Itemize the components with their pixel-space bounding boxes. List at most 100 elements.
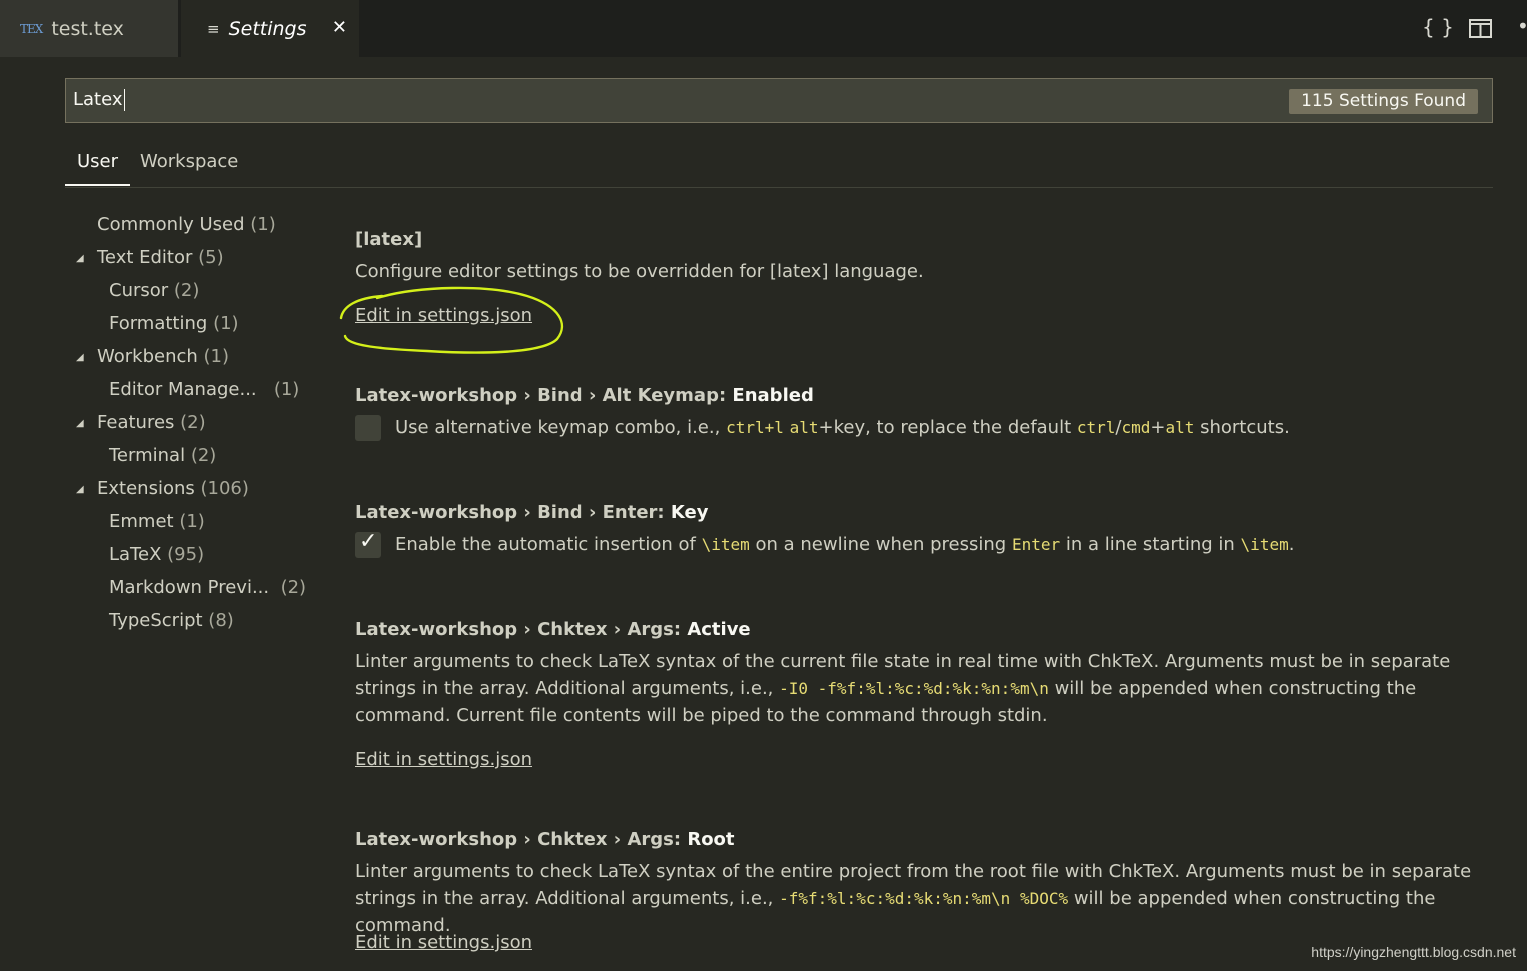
toc-item-emmet[interactable]: Emmet (1) xyxy=(109,511,205,532)
desc-text: . xyxy=(1288,534,1295,555)
toc-label: Emmet xyxy=(109,511,174,532)
toc-count: (2) xyxy=(173,280,200,301)
toc-count: (8) xyxy=(208,610,234,631)
toc-label: Terminal xyxy=(109,445,186,466)
setting-category: Latex-workshop › Chktex › Args: xyxy=(355,829,688,850)
code-text: ctrl+l xyxy=(726,418,784,437)
toc-count: (1) xyxy=(213,313,239,334)
setting-description: Enable the automatic insertion of \item … xyxy=(395,531,1505,558)
toc-label: Text Editor xyxy=(97,247,193,268)
toc-label: Markdown Previ... xyxy=(109,577,270,598)
desc-text: shortcuts. xyxy=(1194,417,1290,438)
setting-title-enter-key: Latex-workshop › Bind › Enter: Key xyxy=(355,502,708,523)
setting-category: Latex-workshop › Chktex › Args: xyxy=(355,619,688,640)
desc-text: Enable the automatic insertion of xyxy=(395,534,702,555)
expanded-triangle-icon[interactable]: ◢ xyxy=(76,484,84,495)
desc-text: +key, to replace the default xyxy=(818,417,1077,438)
tab-workspace[interactable]: Workspace xyxy=(140,151,238,172)
tab-settings[interactable]: ≡ Settings ✕ xyxy=(181,0,359,57)
toc-item-features[interactable]: Features (2) xyxy=(97,412,206,433)
tab-label: test.tex xyxy=(51,17,124,40)
toc-item-latex[interactable]: LaTeX (95) xyxy=(109,544,204,565)
expanded-triangle-icon[interactable]: ◢ xyxy=(76,253,84,264)
split-editor-icon[interactable] xyxy=(1469,19,1492,43)
braces-icon[interactable]: { } xyxy=(1422,15,1454,39)
toc-count: (5) xyxy=(198,247,224,268)
toc-item-typescript[interactable]: TypeScript (8) xyxy=(109,610,234,631)
tab-user[interactable]: User xyxy=(65,151,131,186)
toc-label: Cursor xyxy=(109,280,169,301)
expanded-triangle-icon[interactable]: ◢ xyxy=(76,352,84,363)
setting-title-alt-keymap: Latex-workshop › Bind › Alt Keymap: Enab… xyxy=(355,385,814,406)
setting-key: Key xyxy=(670,502,709,523)
toc-item-workbench[interactable]: Workbench (1) xyxy=(97,346,229,367)
edit-in-settings-json-link[interactable]: Edit in settings.json xyxy=(355,305,532,326)
toc-count: (1) xyxy=(273,379,300,400)
toc-count: (95) xyxy=(167,544,205,565)
code-text: alt xyxy=(789,418,819,437)
toc-item-extensions[interactable]: Extensions (106) xyxy=(97,478,249,499)
toc-label: Editor Manage... xyxy=(109,379,257,400)
code-text: ctrl xyxy=(1076,418,1116,437)
close-icon[interactable]: ✕ xyxy=(332,17,347,38)
toc-label: Extensions xyxy=(97,478,195,499)
toc-item-formatting[interactable]: Formatting (1) xyxy=(109,313,239,334)
setting-title-chktex-active: Latex-workshop › Chktex › Args: Active xyxy=(355,619,751,640)
tab-label: Settings xyxy=(228,17,307,40)
watermark-text: https://yingzhengttt.blog.csdn.net xyxy=(1311,944,1516,960)
toc-label: TypeScript xyxy=(109,610,203,631)
enter-key-checkbox[interactable]: ✓ xyxy=(355,529,381,558)
setting-description: Configure editor settings to be overridd… xyxy=(355,261,924,282)
scope-tabs: User Workspace xyxy=(65,145,1493,188)
setting-description: Use alternative keymap combo, i.e., ctrl… xyxy=(395,414,1505,441)
setting-key: Active xyxy=(687,619,751,640)
toc-count: (2) xyxy=(280,577,307,598)
setting-category: Latex-workshop › Bind › Enter: xyxy=(355,502,671,523)
toc-count: (1) xyxy=(179,511,205,532)
toc-count: (1) xyxy=(250,214,276,235)
toc-label: Formatting xyxy=(109,313,208,334)
toc-item-terminal[interactable]: Terminal (2) xyxy=(109,445,216,466)
toc-label: Commonly Used xyxy=(97,214,245,235)
setting-category: Latex-workshop › Bind › Alt Keymap: xyxy=(355,385,733,406)
code-text: \item xyxy=(1240,535,1289,554)
text-caret xyxy=(123,89,125,111)
tab-test-tex[interactable]: TEX test.tex xyxy=(0,0,179,57)
toc-item-editor-management[interactable]: Editor Manage... (1) xyxy=(109,379,299,400)
desc-text: + xyxy=(1150,417,1166,438)
code-text: alt xyxy=(1165,418,1195,437)
checkmark-icon: ✓ xyxy=(359,529,378,554)
setting-description: Linter arguments to check LaTeX syntax o… xyxy=(355,858,1500,939)
toc-count: (1) xyxy=(203,346,230,367)
toc-count: (106) xyxy=(200,478,249,499)
tex-file-icon: TEX xyxy=(20,21,43,36)
edit-in-settings-json-link[interactable]: Edit in settings.json xyxy=(355,749,532,770)
setting-key: Enabled xyxy=(732,385,814,406)
alt-keymap-checkbox[interactable] xyxy=(355,415,381,441)
desc-text: on a newline when pressing xyxy=(749,534,1012,555)
edit-in-settings-json-link[interactable]: Edit in settings.json xyxy=(355,932,532,953)
code-text: \item xyxy=(701,535,750,554)
toc-count: (2) xyxy=(180,412,206,433)
settings-list-icon: ≡ xyxy=(207,19,220,38)
toc-item-commonly-used[interactable]: Commonly Used (1) xyxy=(97,214,276,235)
expanded-triangle-icon[interactable]: ◢ xyxy=(76,418,84,429)
toc-item-cursor[interactable]: Cursor (2) xyxy=(109,280,199,301)
setting-title-latex-lang: [latex] xyxy=(355,229,423,250)
toc-count: (2) xyxy=(190,445,217,466)
tab-bar: TEX test.tex ≡ Settings ✕ { } • xyxy=(0,0,1527,57)
toc-label: Features xyxy=(97,412,175,433)
setting-title-chktex-root: Latex-workshop › Chktex › Args: Root xyxy=(355,829,735,850)
toc-item-markdown-preview[interactable]: Markdown Previ... (2) xyxy=(109,577,306,598)
code-text: Enter xyxy=(1011,535,1061,554)
setting-description: Linter arguments to check LaTeX syntax o… xyxy=(355,648,1500,729)
toc-item-text-editor[interactable]: Text Editor (5) xyxy=(97,247,224,268)
settings-search-input[interactable]: Latex 115 Settings Found xyxy=(65,78,1493,123)
code-text: cmd xyxy=(1121,418,1151,437)
more-icon[interactable]: • xyxy=(1517,14,1527,38)
code-text: -f%f:%l:%c:%d:%k:%n:%m\n %DOC% xyxy=(779,889,1069,908)
toc-label: LaTeX xyxy=(109,544,162,565)
setting-key: Root xyxy=(687,829,735,850)
desc-text: in a line starting in xyxy=(1060,534,1241,555)
code-text: -I0 -f%f:%l:%c:%d:%k:%n:%m\n xyxy=(779,679,1049,698)
